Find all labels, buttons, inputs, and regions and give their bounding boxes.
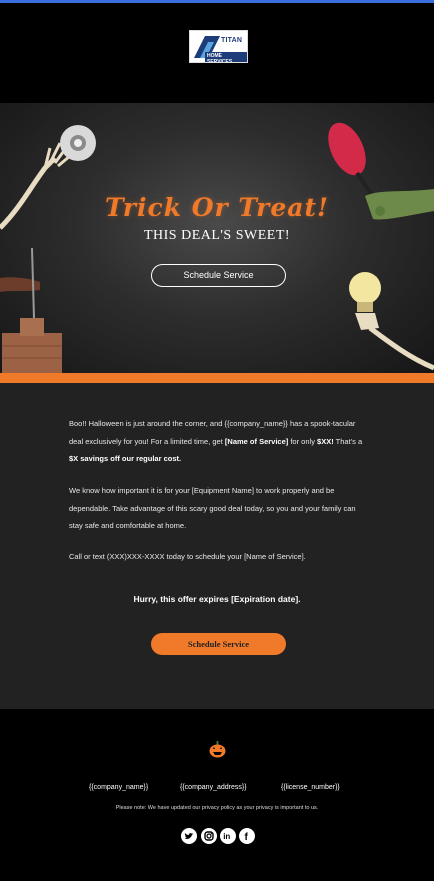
footer-company-address: {{company_address}} — [180, 784, 247, 791]
titan-logo[interactable]: TITAN HOME SERVICES — [189, 30, 248, 63]
brick-tool-icon — [0, 248, 62, 373]
twitter-icon[interactable] — [181, 828, 197, 844]
equipment-paragraph: We know how important it is for your [Eq… — [69, 486, 356, 530]
savings-text: $X savings off our regular cost. — [69, 454, 182, 463]
call-paragraph: Call or text (XXX)XXX-XXXX today to sche… — [69, 552, 306, 561]
hero-subtitle: THIS DEAL'S SWEET! — [143, 228, 291, 243]
hero-schedule-service-button[interactable]: Schedule Service — [151, 264, 286, 287]
orange-divider — [0, 373, 434, 383]
privacy-note: Please note: We have updated our privacy… — [115, 805, 319, 811]
expiration-text: Hurry, this offer expires [Expiration da… — [133, 594, 301, 604]
svg-text:in: in — [223, 832, 230, 841]
email-header: TITAN HOME SERVICES — [0, 3, 434, 103]
facebook-icon[interactable]: f — [239, 828, 255, 844]
schedule-service-button[interactable]: Schedule Service — [151, 633, 286, 655]
hero-banner: Trick Or Treat! THIS DEAL'S SWEET! Sched… — [0, 103, 434, 373]
footer-company-name: {{company_name}} — [89, 784, 149, 791]
email-footer: {{company_name}} {{company_address}} {{l… — [0, 709, 434, 881]
footer-license-number: {{license_number}} — [281, 784, 340, 791]
intro-paragraph: Boo!! Halloween is just around the corne… — [69, 415, 369, 468]
pumpkin-icon — [209, 741, 226, 758]
email-body: Boo!! Halloween is just around the corne… — [0, 383, 434, 709]
price-text: $XX! — [317, 436, 334, 446]
lightbulb-skeleton-hand-icon — [349, 272, 434, 371]
instagram-icon[interactable] — [201, 828, 217, 844]
intro-text-2: for only — [288, 436, 318, 446]
logo-text: TITAN — [221, 37, 243, 44]
linkedin-icon[interactable]: in — [220, 828, 236, 844]
logo-subtext: HOME SERVICES — [205, 52, 247, 62]
hero-title: Trick Or Treat! — [105, 193, 329, 222]
service-name-text: [Name of Service] — [224, 436, 289, 446]
intro-text-3: That's a — [333, 436, 363, 446]
svg-text:f: f — [245, 832, 249, 843]
